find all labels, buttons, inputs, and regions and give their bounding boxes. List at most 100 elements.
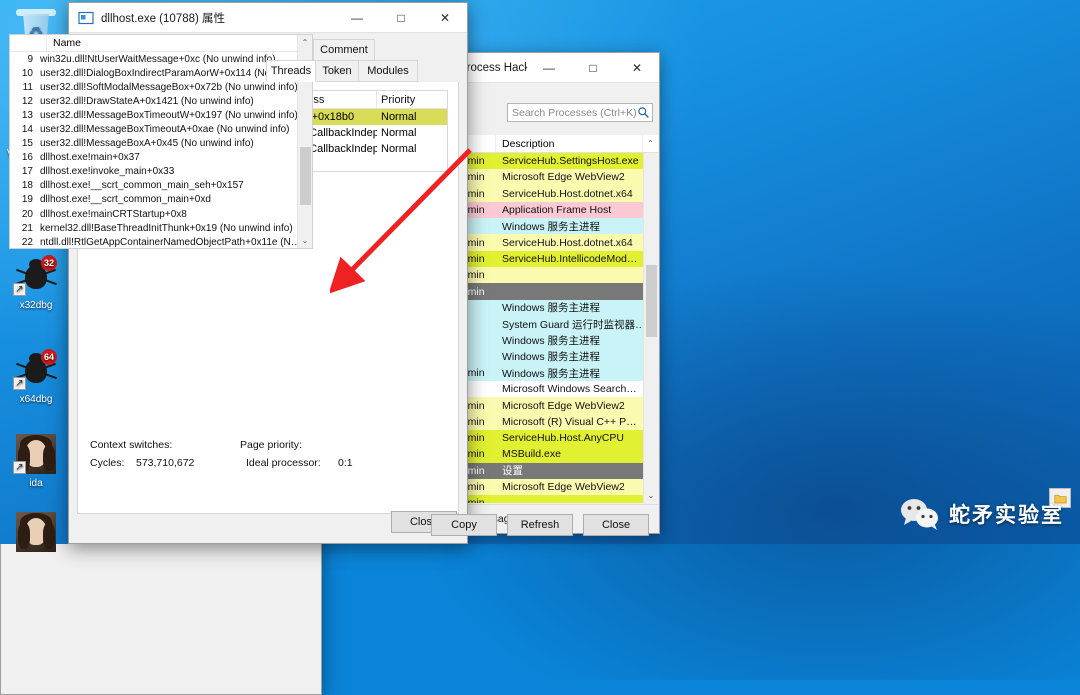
minimize-button[interactable]: — — [527, 53, 571, 82]
process-rows[interactable]: admin ServiceHub.SettingsHost.exe admin Mic… — [454, 153, 658, 503]
tab-token[interactable]: Token — [315, 60, 359, 82]
ideal-processor-label: Ideal processor: — [246, 457, 321, 469]
search-processes-input[interactable]: Search Processes (Ctrl+K) — [507, 103, 653, 122]
frame-symbol: kernel32.dll!BaseThreadInitThunk+0x19 (N… — [40, 222, 293, 234]
search-icon[interactable] — [637, 106, 650, 119]
process-hacker-titlebar[interactable]: Process Hacker — □ ✕ — [453, 53, 659, 83]
cell-description: MSBuild.exe — [502, 448, 561, 461]
table-row[interactable]: admin ServiceHub.Host.AnyCPU — [454, 430, 658, 447]
table-row[interactable]: admin Microsoft Edge WebView2 — [454, 478, 658, 496]
table-row[interactable]: admin ServiceHub.SettingsHost.exe — [454, 153, 658, 170]
stack-frame-row[interactable]: 11 user32.dll!SoftModalMessageBox+0x72b (… — [10, 80, 312, 94]
table-row[interactable]: System Guard 运行时监视器… — [454, 315, 658, 333]
scroll-down-arrow-icon[interactable]: ⌄ — [644, 488, 658, 503]
stack-frame-row[interactable]: 12 user32.dll!DrawStateA+0x1421 (No unwin… — [10, 94, 312, 108]
stack-refresh-button[interactable]: Refresh — [507, 514, 573, 536]
stack-frame-row[interactable]: 21 kernel32.dll!BaseThreadInitThunk+0x19 … — [10, 221, 312, 235]
desktop-icon-ida[interactable]: ↗ ida — [3, 434, 69, 489]
table-row[interactable]: admin ServiceHub.IntellicodeMod… — [454, 250, 658, 268]
cell-description: 设置 — [502, 465, 523, 478]
process-list-scrollbar[interactable]: ⌄ — [643, 153, 658, 503]
properties-title: dllhost.exe (10788) 属性 — [101, 12, 226, 25]
x32dbg-bug-icon: 32 ↗ — [13, 255, 59, 298]
properties-titlebar[interactable]: dllhost.exe (10788) 属性 — □ ✕ — [69, 3, 467, 33]
table-row[interactable]: admin ServiceHub.Host.dotnet.x64 — [454, 185, 658, 202]
stack-frame-row[interactable]: 22 ntdll.dll!RtlGetAppContainerNamedObjec… — [10, 235, 312, 248]
cell-description: ServiceHub.Host.AnyCPU — [502, 432, 624, 445]
properties-close-button[interactable]: ✕ — [423, 3, 467, 32]
frame-symbol: dllhost.exe!mainCRTStartup+0x8 — [40, 208, 187, 220]
shortcut-arrow-icon: ↗ — [13, 283, 26, 296]
stack-frame-row[interactable]: 13 user32.dll!MessageBoxTimeoutW+0x197 (N… — [10, 108, 312, 122]
table-row[interactable]: Windows 服务主进程 — [454, 348, 658, 365]
stack-frame-row[interactable]: 15 user32.dll!MessageBoxA+0x45 (No unwind… — [10, 137, 312, 151]
context-switches-label: Context switches: — [90, 439, 173, 451]
cell-description: Windows 服务主进程 — [502, 302, 601, 315]
stack-frame-row[interactable]: 16 dllhost.exe!main+0x37 — [10, 151, 312, 165]
table-row[interactable]: admin Microsoft Edge WebView2 — [454, 397, 658, 414]
column-description[interactable]: Description — [496, 135, 643, 152]
table-row[interactable]: Windows 服务主进程 — [454, 299, 658, 316]
cell-priority: Normal — [381, 143, 417, 155]
stack-frame-row[interactable]: 20 dllhost.exe!mainCRTStartup+0x8 — [10, 207, 312, 221]
table-row[interactable]: admin Microsoft Edge WebView2 — [454, 169, 658, 186]
column-name[interactable]: Name — [47, 37, 312, 49]
tab-modules[interactable]: Modules — [358, 60, 418, 82]
stack-scroll-down-icon[interactable]: ⌄ — [298, 233, 312, 248]
stack-scroll-up-icon[interactable]: ⌃ — [298, 35, 312, 50]
search-placeholder: Search Processes (Ctrl+K) — [512, 106, 637, 119]
table-row[interactable]: admin Microsoft (R) Visual C++ P… — [454, 413, 658, 431]
frame-symbol: user32.dll!MessageBoxTimeoutA+0xae (No u… — [40, 124, 290, 136]
table-row[interactable]: Windows 服务主进程 — [454, 218, 658, 235]
shortcut-arrow-icon: ↗ — [13, 461, 26, 474]
cell-description: ServiceHub.IntellicodeMod… — [502, 252, 638, 265]
tab-threads[interactable]: Threads — [266, 60, 316, 82]
table-row[interactable]: admin — [454, 283, 658, 300]
desktop-icon-x64dbg[interactable]: 64 ↗ x64dbg — [3, 349, 69, 405]
table-row[interactable]: admin Windows 服务主进程 — [454, 364, 658, 382]
stack-scrollbar-thumb[interactable] — [300, 147, 311, 205]
frame-index: 17 — [21, 166, 33, 178]
column-priority[interactable]: Priority — [377, 91, 447, 108]
process-list[interactable]: Description ⌃ admin ServiceHub.SettingsHo… — [454, 135, 658, 503]
table-row[interactable]: admin ServiceHub.Host.dotnet.x64 — [454, 234, 658, 251]
frame-symbol: dllhost.exe!invoke_main+0x33 — [40, 166, 175, 178]
frame-index: 11 — [22, 81, 33, 93]
properties-maximize-button[interactable]: □ — [379, 3, 423, 32]
desktop-icon-label: x64dbg — [19, 394, 53, 405]
table-row[interactable]: admin MSBuild.exe — [454, 446, 658, 463]
cell-description: Microsoft Edge WebView2 — [502, 481, 625, 494]
wechat-icon — [901, 499, 938, 530]
table-row[interactable]: admin — [454, 495, 658, 503]
maximize-button[interactable]: □ — [571, 53, 615, 82]
desktop-icon-x32dbg[interactable]: 32 ↗ x32dbg — [3, 255, 69, 311]
frame-symbol: user32.dll!MessageBoxTimeoutW+0x197 (No … — [40, 109, 298, 121]
stack-frame-row[interactable]: 14 user32.dll!MessageBoxTimeoutA+0xae (No… — [10, 122, 312, 136]
ideal-processor-value: 0:1 — [338, 457, 353, 469]
frame-symbol: user32.dll!MessageBoxA+0x45 (No unwind i… — [40, 138, 254, 150]
cell-priority: Normal — [381, 127, 417, 139]
stack-frame-row[interactable]: 17 dllhost.exe!invoke_main+0x33 — [10, 165, 312, 179]
cell-description: Microsoft Windows Search… — [502, 383, 637, 396]
table-row[interactable]: admin Application Frame Host — [454, 201, 658, 219]
properties-minimize-button[interactable]: — — [335, 3, 379, 32]
process-hacker-window[interactable]: Process Hacker — □ ✕ Search Processes (C… — [452, 52, 660, 534]
table-row[interactable]: admin — [454, 267, 658, 284]
stack-close-button[interactable]: Close — [583, 514, 649, 536]
cell-description: ServiceHub.Host.dotnet.x64 — [502, 187, 633, 200]
frame-symbol: ntdll.dll!RtlGetAppContainerNamedObjectP… — [40, 236, 301, 248]
scrollbar-thumb[interactable] — [646, 265, 657, 337]
scroll-up-arrow-icon[interactable]: ⌃ — [643, 139, 658, 148]
table-row[interactable]: Microsoft Windows Search… — [454, 381, 658, 398]
stack-copy-button[interactable]: Copy — [431, 514, 497, 536]
table-row[interactable]: admin 设置 — [454, 462, 658, 479]
close-button[interactable]: ✕ — [615, 53, 659, 82]
table-row[interactable]: Windows 服务主进程 — [454, 332, 658, 349]
cell-description: Application Frame Host — [502, 204, 612, 217]
stack-frame-row[interactable]: 18 dllhost.exe!__scrt_common_main_seh+0x1… — [10, 179, 312, 193]
frame-index: 12 — [21, 95, 33, 107]
frame-symbol: user32.dll!SoftModalMessageBox+0x72b (No… — [40, 81, 298, 93]
stack-frame-row[interactable]: 19 dllhost.exe!__scrt_common_main+0xd — [10, 193, 312, 207]
frame-index: 9 — [27, 53, 33, 65]
tab-comment[interactable]: Comment — [313, 39, 375, 61]
